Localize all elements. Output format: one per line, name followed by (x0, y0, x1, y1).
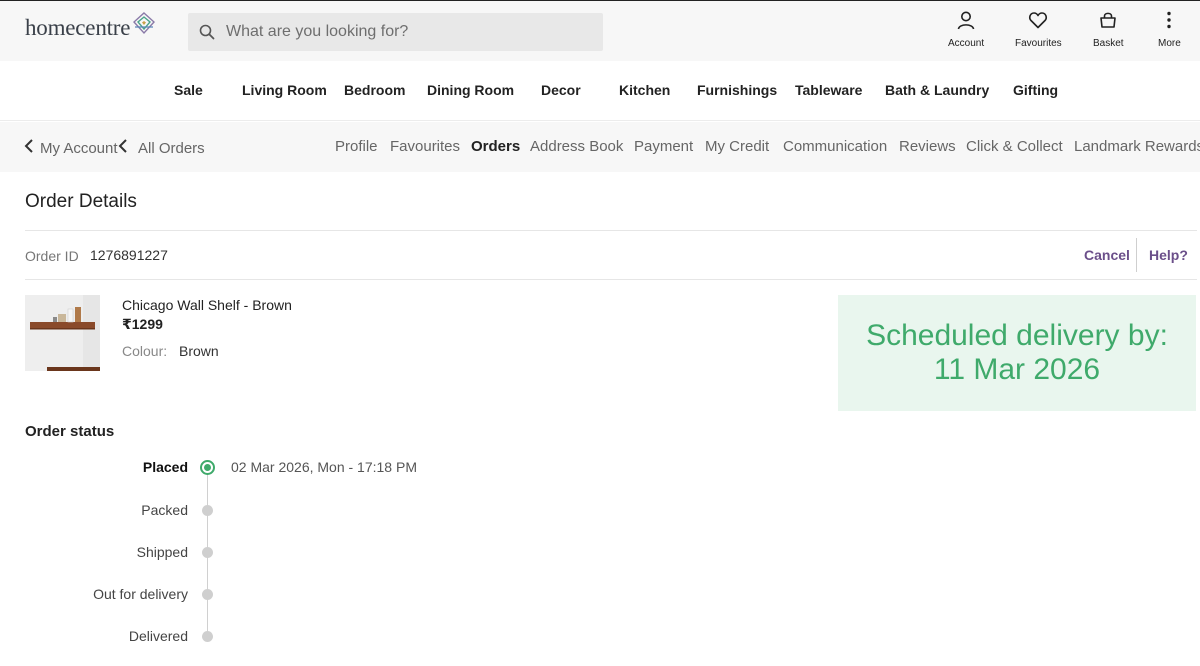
delivery-heading: Scheduled delivery by: (866, 319, 1168, 352)
status-dot-complete (200, 460, 215, 475)
account-nav: My Account All Orders Profile Favourites… (0, 122, 1200, 172)
divider (25, 230, 1197, 231)
basket-button[interactable]: Basket (1093, 10, 1124, 49)
product-thumbnail[interactable] (25, 295, 100, 371)
category-bedroom[interactable]: Bedroom (344, 82, 405, 98)
basket-icon (1098, 10, 1118, 35)
status-dot-pending (202, 505, 213, 516)
tab-orders[interactable]: Orders (471, 138, 520, 155)
site-header: homecentre Account Favourites (0, 0, 1200, 61)
homecentre-logo[interactable]: homecentre (25, 11, 156, 43)
chevron-left-icon (118, 138, 128, 158)
tab-click-collect[interactable]: Click & Collect (966, 138, 1063, 155)
divider (25, 279, 1197, 280)
status-dot-pending (202, 589, 213, 600)
status-step-placed: Placed (142, 459, 188, 475)
tab-address-book[interactable]: Address Book (530, 138, 623, 155)
product-name[interactable]: Chicago Wall Shelf - Brown (122, 297, 292, 313)
tab-favourites[interactable]: Favourites (390, 138, 460, 155)
account-button[interactable]: Account (948, 10, 984, 49)
more-vertical-icon (1159, 10, 1179, 35)
product-colour-value: Brown (179, 343, 219, 359)
status-step-out-for-delivery: Out for delivery (93, 586, 188, 602)
category-decor[interactable]: Decor (541, 82, 581, 98)
tab-landmark-rewards[interactable]: Landmark Rewards (1074, 138, 1200, 155)
tab-communication[interactable]: Communication (783, 138, 887, 155)
breadcrumb-all-orders[interactable]: All Orders (118, 138, 205, 158)
search-icon (188, 13, 226, 51)
status-step-packed: Packed (141, 502, 188, 518)
category-tableware[interactable]: Tableware (795, 82, 862, 98)
favourites-label: Favourites (1015, 38, 1062, 49)
basket-label: Basket (1093, 38, 1124, 49)
favourites-button[interactable]: Favourites (1015, 10, 1062, 49)
status-step-placed-time: 02 Mar 2026, Mon - 17:18 PM (231, 459, 417, 475)
product-image-icon (25, 295, 100, 371)
category-sale[interactable]: Sale (174, 82, 203, 98)
status-step-delivered: Delivered (128, 628, 188, 644)
heart-icon (1028, 10, 1048, 35)
status-dot-pending (202, 547, 213, 558)
category-gifting[interactable]: Gifting (1013, 82, 1058, 98)
order-status-title: Order status (25, 423, 115, 440)
search-bar[interactable] (188, 13, 603, 51)
search-input[interactable] (226, 23, 586, 41)
category-nav: Sale Living Room Bedroom Dining Room Dec… (0, 61, 1200, 121)
category-dining-room[interactable]: Dining Room (427, 82, 514, 98)
tab-reviews[interactable]: Reviews (899, 138, 956, 155)
delivery-date: 11 Mar 2026 (933, 353, 1101, 386)
user-icon (956, 10, 976, 35)
breadcrumb-label: My Account (40, 139, 118, 157)
scheduled-delivery-banner: Scheduled delivery by: 11 Mar 2026 (838, 295, 1196, 411)
cancel-order-button[interactable]: Cancel (1084, 247, 1130, 263)
status-step-shipped: Shipped (136, 544, 188, 560)
category-bath-laundry[interactable]: Bath & Laundry (885, 82, 989, 98)
help-button[interactable]: Help? (1149, 247, 1188, 263)
product-colour-label: Colour: (122, 343, 168, 359)
more-label: More (1158, 38, 1181, 49)
order-id-label: Order ID (25, 248, 79, 264)
tab-my-credit[interactable]: My Credit (705, 138, 769, 155)
breadcrumb-label: All Orders (138, 139, 205, 157)
more-button[interactable]: More (1158, 10, 1181, 49)
action-separator (1136, 238, 1137, 272)
status-dot-pending (202, 631, 213, 642)
order-id-value: 1276891227 (90, 247, 168, 263)
page-title: Order Details (25, 191, 137, 212)
tab-payment[interactable]: Payment (634, 138, 693, 155)
category-kitchen[interactable]: Kitchen (619, 82, 670, 98)
product-price: ₹1299 (122, 316, 163, 332)
logo-mark-icon (132, 11, 156, 40)
category-furnishings[interactable]: Furnishings (697, 82, 777, 98)
breadcrumb-my-account[interactable]: My Account (24, 138, 118, 158)
account-label: Account (948, 38, 985, 49)
logo-text: homecentre (25, 15, 131, 40)
tab-profile[interactable]: Profile (335, 138, 378, 155)
chevron-left-icon (24, 138, 34, 158)
category-living-room[interactable]: Living Room (242, 82, 327, 98)
